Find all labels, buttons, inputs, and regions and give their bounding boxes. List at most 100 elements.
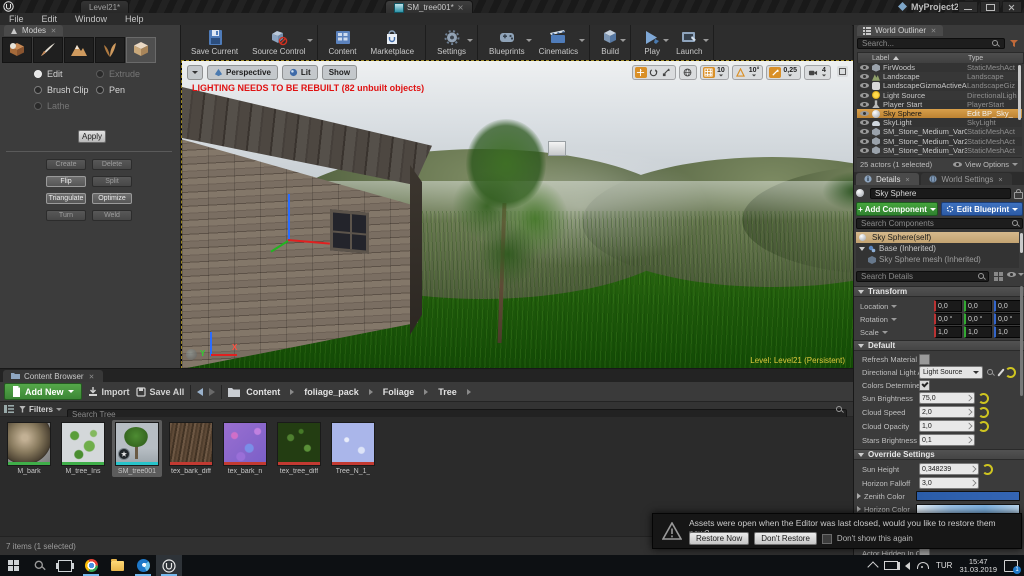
reset-to-default-icon[interactable]	[978, 407, 989, 418]
outliner-row-firwoods[interactable]: FirWoods StaticMeshAct	[857, 63, 1022, 72]
reset-to-default-icon[interactable]	[982, 464, 993, 475]
location-z-field[interactable]: 0,0	[994, 300, 1022, 312]
camera-speed-value[interactable]: 4	[820, 68, 828, 77]
edit-asset-icon[interactable]	[997, 368, 1004, 376]
import-button[interactable]: Import	[88, 387, 130, 397]
breadcrumb-content[interactable]: Content	[246, 387, 280, 397]
tab-level21[interactable]: Level21*	[80, 0, 129, 14]
navigate-back-button[interactable]	[197, 388, 203, 396]
location-x-field[interactable]: 0,0	[934, 300, 962, 312]
outliner-row-landscapegizmoactiveact[interactable]: LandscapeGizmoActiveAct LandscapeGiz	[857, 81, 1022, 90]
source-control-button[interactable]: Source Control	[245, 25, 312, 60]
close-panel-icon[interactable]	[51, 28, 56, 33]
mode-option-lathe[interactable]: Lathe	[34, 101, 96, 111]
scale-snap-value[interactable]: 0,25	[782, 68, 798, 77]
details-scrollbar[interactable]	[1020, 286, 1023, 396]
perspective-button[interactable]: Perspective	[207, 65, 278, 80]
sun-height-field[interactable]: 0,348239	[919, 463, 979, 475]
tab-world-settings[interactable]: World Settings	[921, 173, 1012, 185]
world-outliner-tab[interactable]: World Outliner	[857, 25, 943, 36]
asset-tex-bark-n[interactable]: tex_bark_n	[220, 420, 270, 477]
component-row-mesh[interactable]: Sky Sphere mesh (Inherited)	[856, 254, 1019, 265]
display-filter-button[interactable]	[1007, 272, 1024, 277]
horizon-falloff-field[interactable]: 3,0	[919, 477, 979, 489]
restore-now-button[interactable]: Restore Now	[689, 532, 749, 545]
outliner-row-sm-stone-medium-var2[interactable]: SM_Stone_Medium_Var2 StaticMeshAct	[857, 137, 1022, 146]
cloud-opacity-field[interactable]: 1,0	[919, 420, 975, 432]
expand-arrow-icon[interactable]	[857, 506, 861, 512]
actor-name-field[interactable]	[870, 188, 1011, 199]
rotation-y-field[interactable]: 0,0 °	[964, 313, 992, 325]
default-section-header[interactable]: Default	[854, 340, 1024, 351]
close-panel-icon[interactable]	[89, 374, 94, 379]
view-options-button[interactable]: View Options	[953, 160, 1018, 169]
world-space-icon[interactable]	[682, 67, 694, 78]
visibility-eye-icon[interactable]	[860, 148, 869, 153]
cloud-speed-field[interactable]: 2,0	[919, 406, 975, 418]
play-button[interactable]: Play	[635, 25, 669, 60]
battery-icon[interactable]	[884, 561, 898, 570]
content-browser-tab[interactable]: Content Browser	[3, 370, 103, 382]
outliner-search-input[interactable]	[857, 38, 1005, 49]
build-button[interactable]: Build	[594, 25, 626, 60]
mode-geometry-icon[interactable]	[126, 37, 156, 63]
asset-sm-tree001[interactable]: SM_tree001	[112, 420, 162, 477]
lock-icon[interactable]	[1014, 192, 1023, 199]
minimize-button[interactable]	[958, 1, 978, 13]
visibility-eye-icon[interactable]	[860, 120, 869, 125]
speaker-icon[interactable]	[905, 562, 910, 570]
close-tab-icon[interactable]	[457, 5, 463, 11]
scale-z-field[interactable]: 1,0	[994, 326, 1022, 338]
rotation-x-field[interactable]: 0,0 °	[934, 313, 962, 325]
asset-m-tree-ins[interactable]: M_tree_Ins	[58, 420, 108, 477]
close-button[interactable]	[1002, 1, 1022, 13]
menu-window[interactable]: Window	[66, 14, 116, 24]
show-button[interactable]: Show	[322, 65, 357, 80]
outliner-scrollbar[interactable]	[1018, 65, 1021, 120]
task-view-button[interactable]	[52, 555, 78, 576]
network-icon[interactable]	[917, 562, 929, 569]
modes-tab[interactable]: Modes	[4, 25, 63, 36]
mode-place-icon[interactable]	[2, 37, 32, 63]
scale-x-field[interactable]: 1,0	[934, 326, 962, 338]
file-explorer-button[interactable]	[104, 555, 130, 576]
breadcrumb-foliage-pack[interactable]: foliage_pack	[304, 387, 359, 397]
visibility-eye-icon[interactable]	[860, 65, 869, 70]
location-y-field[interactable]: 0,0	[964, 300, 992, 312]
mode-landscape-icon[interactable]	[64, 37, 94, 63]
weld-button[interactable]: Weld	[92, 210, 132, 221]
mode-foliage-icon[interactable]	[95, 37, 125, 63]
mode-option-edit[interactable]: Edit	[34, 69, 96, 79]
visibility-eye-icon[interactable]	[860, 83, 869, 88]
visibility-eye-icon[interactable]	[860, 139, 869, 144]
language-indicator[interactable]: TUR	[936, 561, 952, 570]
add-new-button[interactable]: Add New	[4, 383, 82, 400]
rotation-z-field[interactable]: 0,0 °	[994, 313, 1022, 325]
cinematics-button[interactable]: Cinematics	[532, 25, 586, 60]
asset-tree-n-1-[interactable]: Tree_N_1_	[328, 420, 378, 477]
visibility-eye-icon[interactable]	[860, 74, 869, 79]
outliner-row-sky-sphere[interactable]: Sky Sphere Edit BP_Sky_	[857, 109, 1022, 118]
outliner-row-skylight[interactable]: SkyLight SkyLight	[857, 118, 1022, 127]
mode-option-brush-clip[interactable]: Brush Clip	[34, 85, 96, 95]
dont-show-again-checkbox[interactable]	[822, 534, 832, 544]
sources-panel-icon[interactable]	[4, 404, 14, 414]
camera-speed-icon[interactable]	[807, 67, 819, 78]
scale-tool-icon[interactable]	[661, 67, 673, 78]
reset-to-default-icon[interactable]	[978, 393, 989, 404]
visibility-eye-icon[interactable]	[860, 102, 869, 107]
turn-button[interactable]: Turn	[46, 210, 86, 221]
action-center-button[interactable]: 1	[1004, 560, 1018, 572]
scene-white-cube[interactable]	[548, 141, 566, 156]
mode-paint-icon[interactable]	[33, 37, 63, 63]
search-components-input[interactable]	[856, 218, 1023, 229]
expand-arrow-icon[interactable]	[857, 493, 861, 499]
colors-determined-checkbox[interactable]	[919, 380, 930, 391]
search-details-input[interactable]	[856, 271, 989, 282]
maximize-viewport-icon[interactable]	[837, 66, 848, 77]
outliner-row-light-source[interactable]: Light Source DirectionalLigh	[857, 91, 1022, 100]
optimize-button[interactable]: Optimize	[92, 193, 132, 204]
rotation-snap-value[interactable]: 10°	[748, 68, 761, 77]
mode-option-pen[interactable]: Pen	[96, 85, 158, 95]
triangulate-button[interactable]: Triangulate	[46, 193, 86, 204]
